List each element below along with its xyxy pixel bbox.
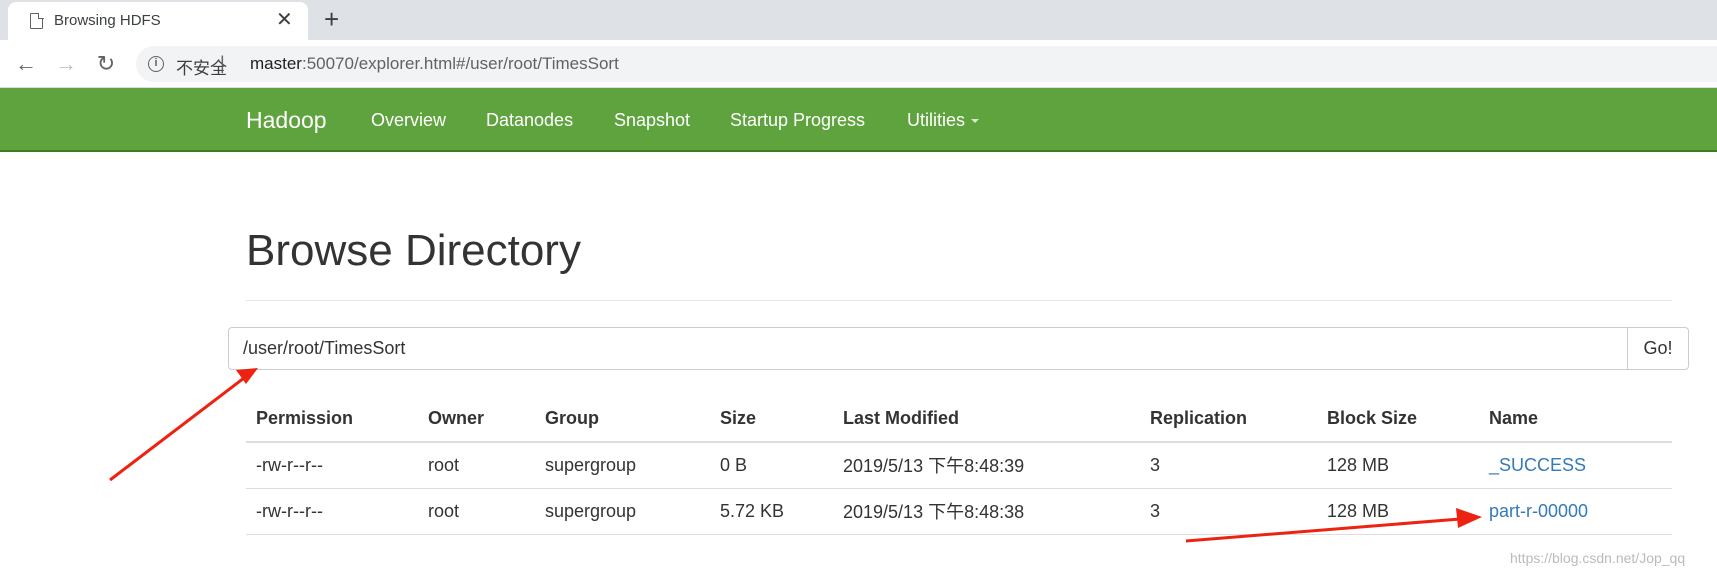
header-block-size[interactable]: Block Size [1317,396,1479,443]
close-icon[interactable]: ✕ [276,8,293,32]
cell-group: supergroup [535,488,710,535]
cell-replication[interactable]: 3 [1140,488,1317,535]
header-size[interactable]: Size [710,396,833,443]
address-separator: | [220,53,225,73]
tab-title: Browsing HDFS [54,12,161,29]
cell-size: 0 B [710,442,833,489]
cell-permission[interactable]: -rw-r--r-- [246,442,418,489]
url-text[interactable]: master:50070/explorer.html#/user/root/Ti… [250,54,619,74]
cell-owner: root [418,442,535,489]
header-replication[interactable]: Replication [1140,396,1317,443]
cell-replication[interactable]: 3 [1140,442,1317,489]
header-name[interactable]: Name [1479,396,1672,443]
browser-tab[interactable]: Browsing HDFS ✕ [8,2,308,40]
header-last-modified[interactable]: Last Modified [833,396,1140,443]
cell-last-modified: 2019/5/13 下午8:48:39 [833,442,1140,489]
cell-size: 5.72 KB [710,488,833,535]
caret-down-icon [971,119,980,124]
cell-block-size: 128 MB [1317,488,1479,535]
nav-datanodes[interactable]: Datanodes [486,110,573,131]
path-input[interactable]: /user/root/TimesSort [228,327,1628,370]
watermark: https://blog.csdn.net/Jop_qq [1510,550,1686,566]
nav-startup-progress[interactable]: Startup Progress [730,110,865,131]
page-title: Browse Directory [246,226,581,275]
url-host: master [250,54,302,73]
url-rest: :50070/explorer.html#/user/root/TimesSor… [301,54,619,73]
table-row: -rw-r--r-- root supergroup 0 B 2019/5/13… [246,442,1672,489]
browser-tabstrip: Browsing HDFS ✕ + [0,0,1717,40]
forward-icon[interactable]: → [48,46,84,82]
title-divider [246,300,1672,301]
file-link-success[interactable]: _SUCCESS [1479,442,1672,489]
page-icon [30,12,44,29]
reload-icon[interactable]: ↻ [88,46,124,82]
nav-utilities[interactable]: Utilities [907,110,980,131]
address-bar[interactable]: i 不安全 | master:50070/explorer.html#/user… [136,46,1717,82]
info-icon[interactable]: i [148,56,164,72]
directory-table: Permission Owner Group Size Last Modifie… [246,396,1672,535]
browser-toolbar: ← → ↻ i 不安全 | master:50070/explorer.html… [0,40,1717,88]
nav-utilities-label: Utilities [907,110,966,130]
brand-link[interactable]: Hadoop [246,107,327,134]
cell-block-size: 128 MB [1317,442,1479,489]
cell-owner: root [418,488,535,535]
go-button[interactable]: Go! [1627,327,1689,370]
table-row: -rw-r--r-- root supergroup 5.72 KB 2019/… [246,488,1672,535]
hadoop-navbar: Hadoop Overview Datanodes Snapshot Start… [0,88,1717,152]
cell-permission[interactable]: -rw-r--r-- [246,488,418,535]
cell-group: supergroup [535,442,710,489]
table-header-row: Permission Owner Group Size Last Modifie… [246,396,1672,443]
file-link-part-r-00000[interactable]: part-r-00000 [1479,488,1672,535]
cell-last-modified: 2019/5/13 下午8:48:38 [833,488,1140,535]
header-permission[interactable]: Permission [246,396,418,443]
back-icon[interactable]: ← [8,46,44,82]
nav-snapshot[interactable]: Snapshot [614,110,690,131]
header-owner[interactable]: Owner [418,396,535,443]
new-tab-icon[interactable]: + [324,2,339,36]
nav-overview[interactable]: Overview [371,110,446,131]
arrow-to-path-input [109,368,258,482]
header-group[interactable]: Group [535,396,710,443]
